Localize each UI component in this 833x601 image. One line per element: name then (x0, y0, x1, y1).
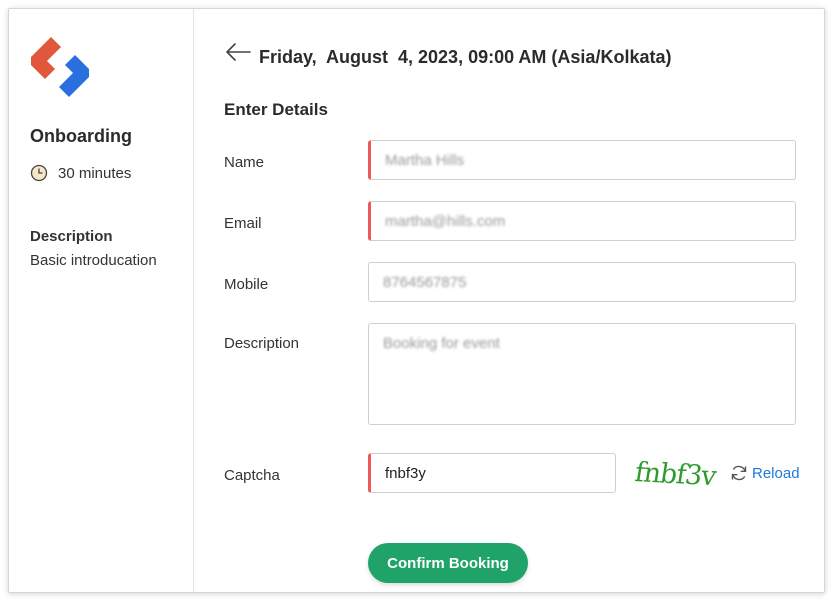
captcha-image-text: fnbf3v (635, 457, 717, 492)
description-text: Basic introducation (30, 252, 157, 269)
selected-date-time: Friday, August 4, 2023, 09:00 AM (Asia/K… (259, 47, 672, 67)
name-label: Name (224, 154, 265, 171)
description-field[interactable]: Booking for event (368, 323, 796, 425)
captcha-label: Captcha (224, 467, 280, 484)
name-field[interactable]: Martha Hills (368, 140, 796, 180)
captcha-input[interactable]: fnbf3y (368, 453, 616, 493)
event-title: Onboarding (30, 126, 132, 146)
section-title: Enter Details (224, 100, 328, 119)
captcha-image: fnbf3v (635, 457, 717, 492)
arrow-left-icon[interactable] (225, 43, 251, 61)
sidebar: Onboarding 30 minutes Description Basic … (9, 9, 194, 592)
brand-logo-icon (31, 37, 89, 97)
duration: 30 minutes (30, 164, 131, 182)
mobile-label: Mobile (224, 276, 269, 293)
mobile-value: 8764567875 (383, 273, 467, 291)
refresh-icon (731, 465, 747, 481)
email-value: martha@hills.com (385, 212, 506, 230)
email-label: Email (224, 215, 262, 232)
reload-button[interactable]: Reload (730, 464, 800, 482)
name-value: Martha Hills (385, 151, 465, 169)
confirm-booking-button[interactable]: Confirm Booking (368, 543, 528, 583)
main-panel: Friday, August 4, 2023, 09:00 AM (Asia/K… (195, 9, 824, 592)
captcha-value: fnbf3y (385, 464, 426, 482)
reload-label: Reload (752, 464, 800, 482)
clock-icon (30, 164, 48, 182)
booking-window: Onboarding 30 minutes Description Basic … (8, 8, 825, 593)
duration-text: 30 minutes (58, 164, 132, 182)
description-value: Booking for event (383, 335, 500, 352)
mobile-field[interactable]: 8764567875 (368, 262, 796, 302)
email-field[interactable]: martha@hills.com (368, 201, 796, 241)
description-label: Description (224, 335, 300, 352)
description-heading: Description (30, 228, 113, 245)
